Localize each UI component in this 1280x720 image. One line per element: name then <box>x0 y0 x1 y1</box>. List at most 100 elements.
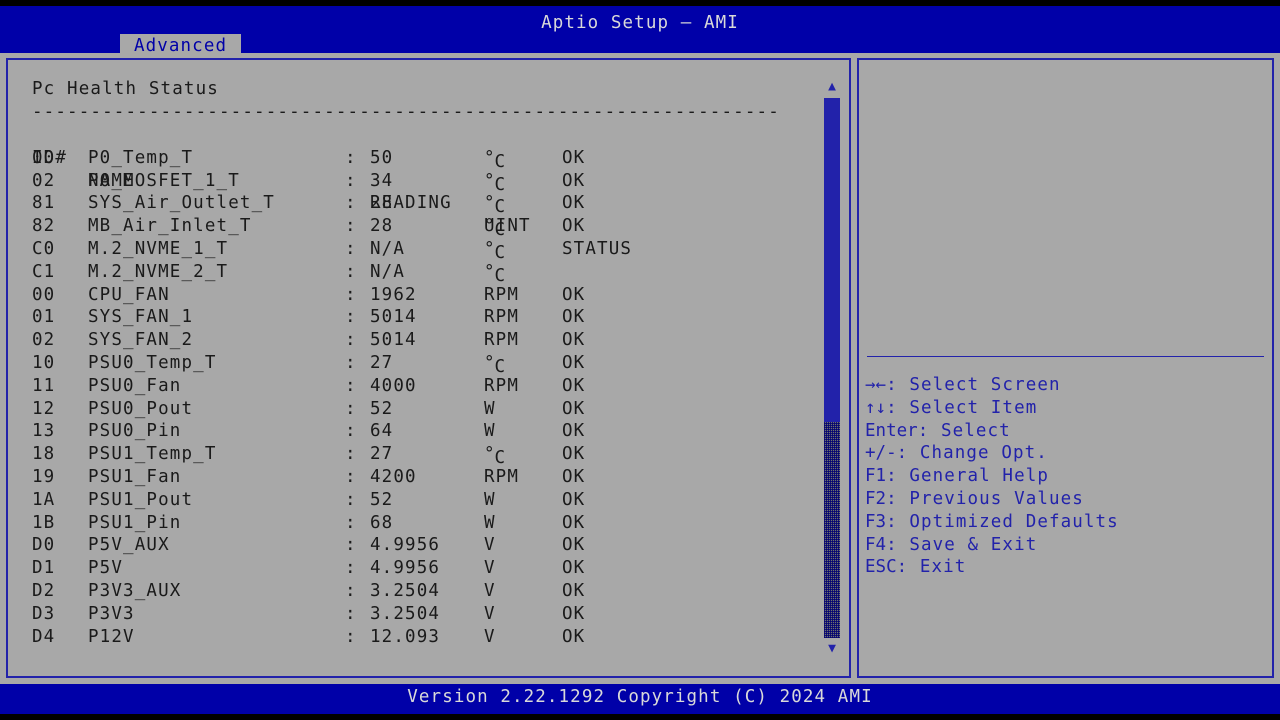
cell-reading: 50 <box>370 147 394 168</box>
table-row[interactable]: 01 SYS_FAN_1:5014 RPM OK <box>32 306 822 329</box>
cell-id: 1B <box>32 512 56 533</box>
cell-name: P3V3 <box>88 603 135 624</box>
cell-status: OK <box>562 330 586 351</box>
table-row[interactable]: 10 PSU0_Temp_T:27 °C OK <box>32 352 822 377</box>
table-row[interactable]: D0 P5V_AUX:4.9956 V OK <box>32 534 822 557</box>
cell-name: PSU1_Pin <box>88 512 182 533</box>
cell-name: P5V_AUX <box>88 535 170 556</box>
version-text: Version 2.22.1292 Copyright (C) 2024 AMI <box>407 687 873 707</box>
cell-reading: 64 <box>370 421 394 442</box>
table-row[interactable]: 13 PSU0_Pin:64 W OK <box>32 420 822 443</box>
cell-name: SYS_FAN_2 <box>88 330 194 351</box>
cell-status: OK <box>562 626 586 647</box>
cell-name: P5V <box>88 558 124 579</box>
table-header-row: ID# NAME READING UINT STATUS <box>32 124 822 259</box>
cell-reading: 52 <box>370 489 394 510</box>
table-row[interactable]: 00 P0_Temp_T:50 °C OK <box>32 147 822 172</box>
cell-unit: RPM <box>484 466 520 487</box>
help-text: : Change Opt. <box>896 443 1048 464</box>
cell-separator: : <box>345 238 357 259</box>
cell-id: C0 <box>32 238 56 259</box>
scrollbar-track[interactable] <box>824 98 840 638</box>
table-row[interactable]: 11 PSU0_Fan:4000 RPM OK <box>32 375 822 398</box>
scrollbar-thumb[interactable] <box>824 98 840 422</box>
help-row: →←: Select Screen <box>865 374 1266 397</box>
cell-reading: 3.2504 <box>370 603 441 624</box>
cell-reading: 34 <box>370 170 394 191</box>
scroll-down-arrow-icon[interactable]: ▼ <box>824 642 840 656</box>
help-text: : Previous Values <box>886 488 1084 509</box>
cell-id: 81 <box>32 193 56 214</box>
help-text: : Select <box>917 420 1011 441</box>
cell-id: 02 <box>32 170 56 191</box>
help-keys: +/- <box>865 443 897 464</box>
table-row[interactable]: D2 P3V3_AUX:3.2504 V OK <box>32 580 822 603</box>
table-row[interactable]: 12 PSU0_Pout:52 W OK <box>32 398 822 421</box>
cell-status: OK <box>562 580 586 601</box>
cell-status: OK <box>562 398 586 419</box>
cell-status: OK <box>562 558 586 579</box>
cell-reading: 52 <box>370 398 394 419</box>
table-row[interactable]: 02 P0_MOSFET_1_T:34 °C OK <box>32 170 822 195</box>
help-row: F4: Save & Exit <box>865 534 1266 557</box>
cell-unit: V <box>484 535 496 556</box>
table-row[interactable]: 82 MB_Air_Inlet_T:28 °C OK <box>32 215 822 240</box>
cell-separator: : <box>345 375 357 396</box>
table-row[interactable]: 02 SYS_FAN_2:5014 RPM OK <box>32 329 822 352</box>
cell-name: PSU0_Fan <box>88 375 182 396</box>
cell-unit: RPM <box>484 284 520 305</box>
cell-unit: W <box>484 489 496 510</box>
cell-reading: 4.9956 <box>370 535 441 556</box>
cell-reading: 4.9956 <box>370 558 441 579</box>
cell-name: PSU0_Pout <box>88 398 194 419</box>
table-row[interactable]: 1A PSU1_Pout:52 W OK <box>32 489 822 512</box>
cell-reading: 28 <box>370 193 394 214</box>
cell-status: OK <box>562 512 586 533</box>
footer-band: Version 2.22.1292 Copyright (C) 2024 AMI <box>0 684 1280 714</box>
cell-reading: 27 <box>370 352 394 373</box>
cell-name: P0_MOSFET_1_T <box>88 170 240 191</box>
help-row: F2: Previous Values <box>865 488 1266 511</box>
help-key-list: →←: Select Screen ↑↓: Select Item Enter: S… <box>865 374 1266 579</box>
cell-id: 01 <box>32 307 56 328</box>
help-separator <box>867 356 1264 357</box>
table-row[interactable]: D1 P5V:4.9956 V OK <box>32 557 822 580</box>
vertical-scrollbar[interactable]: ▲ ▼ <box>821 66 843 670</box>
cell-separator: : <box>345 193 357 214</box>
cell-name: P3V3_AUX <box>88 580 182 601</box>
cell-status: OK <box>562 307 586 328</box>
table-row[interactable]: 81 SYS_Air_Outlet_T:28 °C OK <box>32 192 822 217</box>
cell-separator: : <box>345 535 357 556</box>
table-row[interactable]: 00 CPU_FAN:1962 RPM OK <box>32 284 822 307</box>
cell-name: MB_Air_Inlet_T <box>88 216 252 237</box>
cell-separator: : <box>345 330 357 351</box>
table-row[interactable]: 1B PSU1_Pin:68 W OK <box>32 512 822 535</box>
scroll-up-arrow-icon[interactable]: ▲ <box>824 80 840 94</box>
table-row[interactable]: 19 PSU1_Fan:4200 RPM OK <box>32 466 822 489</box>
cell-separator: : <box>345 489 357 510</box>
cell-separator: : <box>345 580 357 601</box>
cell-status: OK <box>562 284 586 305</box>
cell-status: OK <box>562 352 586 373</box>
cell-id: 19 <box>32 466 56 487</box>
cell-reading: 4200 <box>370 466 417 487</box>
help-keys: F2 <box>865 488 887 509</box>
table-row[interactable]: C0 M.2_NVME_1_T: N/A °C <box>32 238 822 263</box>
help-text: : Exit <box>896 557 967 578</box>
help-keys: F1 <box>865 466 887 487</box>
table-row[interactable]: 18 PSU1_Temp_T:27 °C OK <box>32 443 822 468</box>
cell-reading: 12.093 <box>370 626 441 647</box>
cell-status: OK <box>562 421 586 442</box>
cell-id: 1A <box>32 489 56 510</box>
table-row[interactable]: D3 P3V3:3.2504 V OK <box>32 603 822 626</box>
help-text: : Save & Exit <box>886 534 1038 555</box>
cell-separator: : <box>345 626 357 647</box>
cell-status: OK <box>562 489 586 510</box>
table-row[interactable]: C1 M.2_NVME_2_T: N/A °C <box>32 261 822 286</box>
help-keys: ESC <box>865 557 897 578</box>
cell-reading: 68 <box>370 512 394 533</box>
cell-name: SYS_Air_Outlet_T <box>88 193 275 214</box>
table-row[interactable]: D4 P12V:12.093 V OK <box>32 626 822 649</box>
section-divider: ----------------------------------------… <box>32 102 780 122</box>
cell-unit: V <box>484 603 496 624</box>
